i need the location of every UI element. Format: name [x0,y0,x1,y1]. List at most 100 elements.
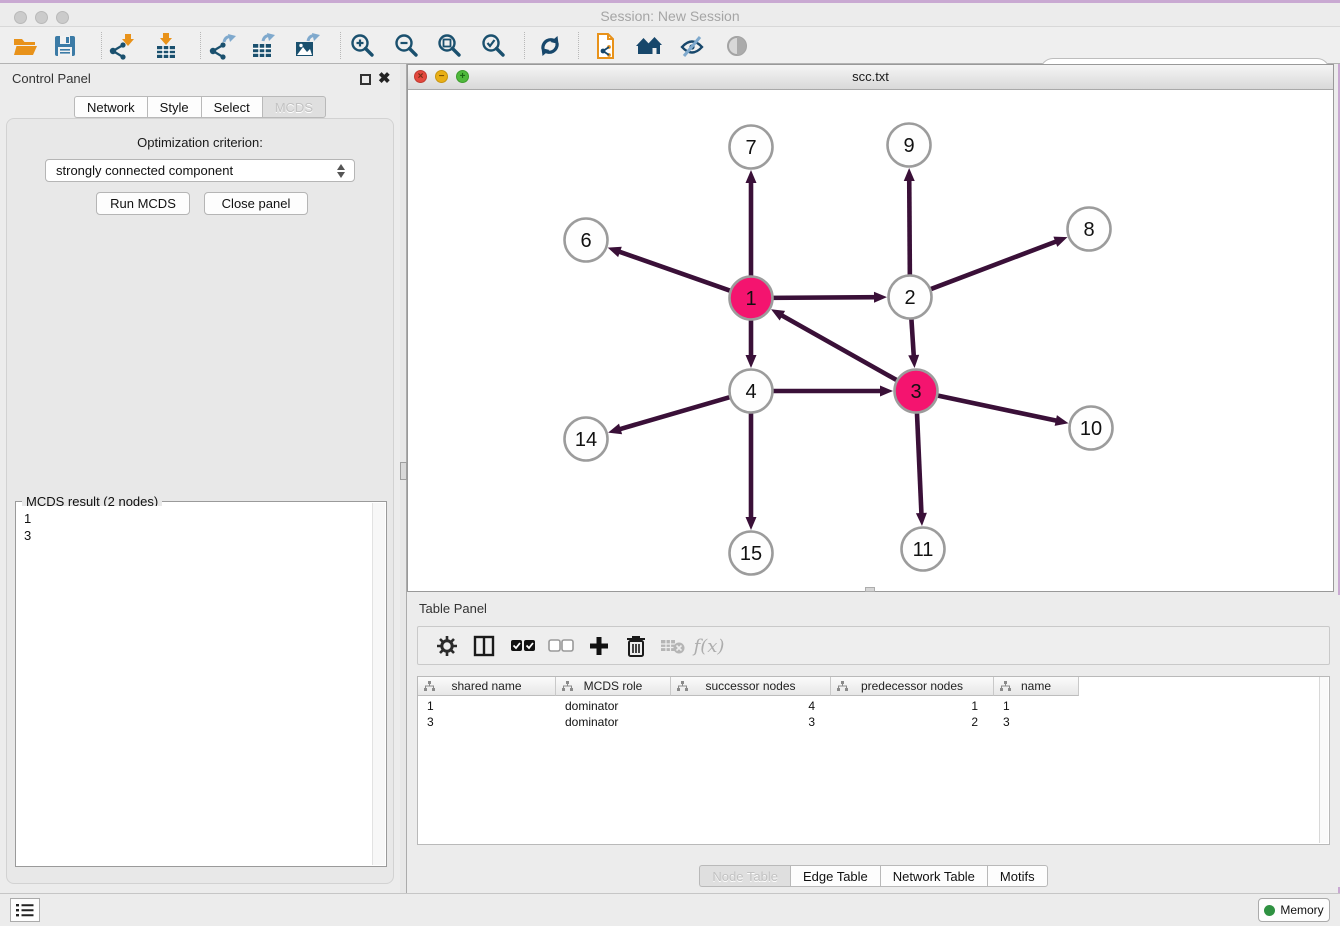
column-label: MCDS role [584,679,643,693]
toggle-panes-button[interactable] [467,631,501,661]
show-hidden-button[interactable] [718,31,756,61]
export-network-button[interactable] [203,31,241,61]
network-resize-grip[interactable] [865,587,875,592]
cell-name[interactable]: 1 [994,698,1079,714]
toolbar-separator [200,32,201,59]
tab-select[interactable]: Select [201,96,262,118]
hide-selected-button[interactable] [673,31,711,61]
apply-layout-button[interactable] [531,31,569,61]
node-label-15: 15 [740,543,762,565]
network-window-title: scc.txt [408,69,1333,84]
cell-name[interactable]: 3 [994,714,1079,730]
add-column-button[interactable] [582,631,616,661]
tab-network-table[interactable]: Network Table [880,865,987,887]
delete-table-icon [660,636,686,656]
table-row[interactable]: 3dominator323 [418,714,1079,730]
edge-2-3[interactable] [911,316,914,358]
save-session-button[interactable] [46,31,84,61]
network-view-window: × − + scc.txt 7968124314101511 [407,64,1334,592]
edge-3-11[interactable] [917,410,922,516]
dropdown-stepper-icon [336,163,347,179]
node-label-10: 10 [1080,418,1102,440]
float-panel-icon[interactable] [360,74,371,85]
table-scrollbar[interactable] [1319,677,1328,843]
import-table-icon [152,32,180,60]
edge-arrowhead [1055,415,1069,426]
cell-shared-name[interactable]: 1 [418,698,556,714]
column-header-successor-nodes[interactable]: successor nodes [671,677,831,696]
cell-successor-nodes[interactable]: 3 [671,714,831,730]
network-graph[interactable]: 7968124314101511 [408,90,1333,591]
cell-predecessor-nodes[interactable]: 2 [831,714,994,730]
table-row[interactable]: 1dominator411 [418,698,1079,714]
close-panel-button[interactable]: Close panel [204,192,308,215]
splitter-handle[interactable] [400,462,407,480]
cell-shared-name[interactable]: 3 [418,714,556,730]
close-panel-icon[interactable]: ✖ [378,70,391,88]
edge-4-14[interactable] [618,396,733,429]
task-history-button[interactable] [10,898,40,922]
mcds-result-item[interactable]: 1 [24,510,372,527]
toolbar-separator [578,32,579,59]
panel-splitter[interactable] [400,64,407,893]
edge-3-10[interactable] [935,395,1059,421]
cell-successor-nodes[interactable]: 4 [671,698,831,714]
column-header-predecessor-nodes[interactable]: predecessor nodes [831,677,994,696]
edge-arrowhead [1053,237,1067,247]
toolbar-separator [101,32,102,59]
zoom-selected-button[interactable] [474,31,512,61]
new-network-from-file-button[interactable] [586,31,624,61]
zoom-in-button[interactable] [343,31,381,61]
cell-predecessor-nodes[interactable]: 1 [831,698,994,714]
edge-2-8[interactable] [928,241,1058,290]
node-label-9: 9 [903,135,914,157]
mcds-tab-content: Optimization criterion: strongly connect… [6,118,394,884]
cell-MCDS-role[interactable]: dominator [556,714,671,730]
zoom-out-icon [392,32,420,60]
column-header-name[interactable]: name [994,677,1079,696]
zoom-selected-icon [479,32,507,60]
import-network-button[interactable] [103,31,141,61]
delete-column-button[interactable] [619,631,653,661]
mcds-result-item[interactable]: 3 [24,527,372,544]
edge-3-1[interactable] [780,314,899,381]
memory-button[interactable]: Memory [1258,898,1330,922]
memory-status-icon [1264,905,1275,916]
table-settings-button[interactable] [430,631,464,661]
toolbar-separator [340,32,341,59]
network-window-titlebar[interactable]: × − + scc.txt [408,65,1333,90]
mcds-result-scrollbar[interactable] [372,503,385,865]
column-header-shared-name[interactable]: shared name [418,677,556,696]
deselect-all-columns-button[interactable] [544,631,578,661]
edge-2-9[interactable] [909,178,910,278]
optimization-criterion-dropdown[interactable]: strongly connected component [45,159,355,182]
edge-1-2[interactable] [770,297,877,298]
tab-node-table[interactable]: Node Table [699,865,790,887]
column-header-MCDS-role[interactable]: MCDS role [556,677,671,696]
open-folder-button[interactable] [6,31,44,61]
export-image-button[interactable] [287,31,325,61]
open-folder-icon [11,32,39,60]
tab-style[interactable]: Style [147,96,201,118]
home-button[interactable] [630,31,668,61]
run-mcds-button[interactable]: Run MCDS [96,192,190,215]
zoom-out-button[interactable] [387,31,425,61]
tab-mcds[interactable]: MCDS [262,96,326,118]
select-all-columns-button[interactable] [506,631,540,661]
tab-network[interactable]: Network [74,96,147,118]
network-canvas[interactable]: 7968124314101511 [408,90,1333,591]
dropdown-value: strongly connected component [56,163,233,178]
tab-edge-table[interactable]: Edge Table [790,865,880,887]
mcds-result-list[interactable]: 13 [17,506,372,865]
cell-MCDS-role[interactable]: dominator [556,698,671,714]
export-table-button[interactable] [244,31,282,61]
node-table[interactable]: shared name MCDS role successor nodesprede… [417,676,1330,845]
zoom-fit-button[interactable] [430,31,468,61]
import-table-button[interactable] [147,31,185,61]
column-type-icon [1000,681,1011,692]
status-bar: Memory [0,893,1340,926]
gear-icon [435,634,459,658]
tab-motifs[interactable]: Motifs [987,865,1048,887]
eye-slash-icon [678,32,706,60]
edge-1-6[interactable] [617,251,732,292]
